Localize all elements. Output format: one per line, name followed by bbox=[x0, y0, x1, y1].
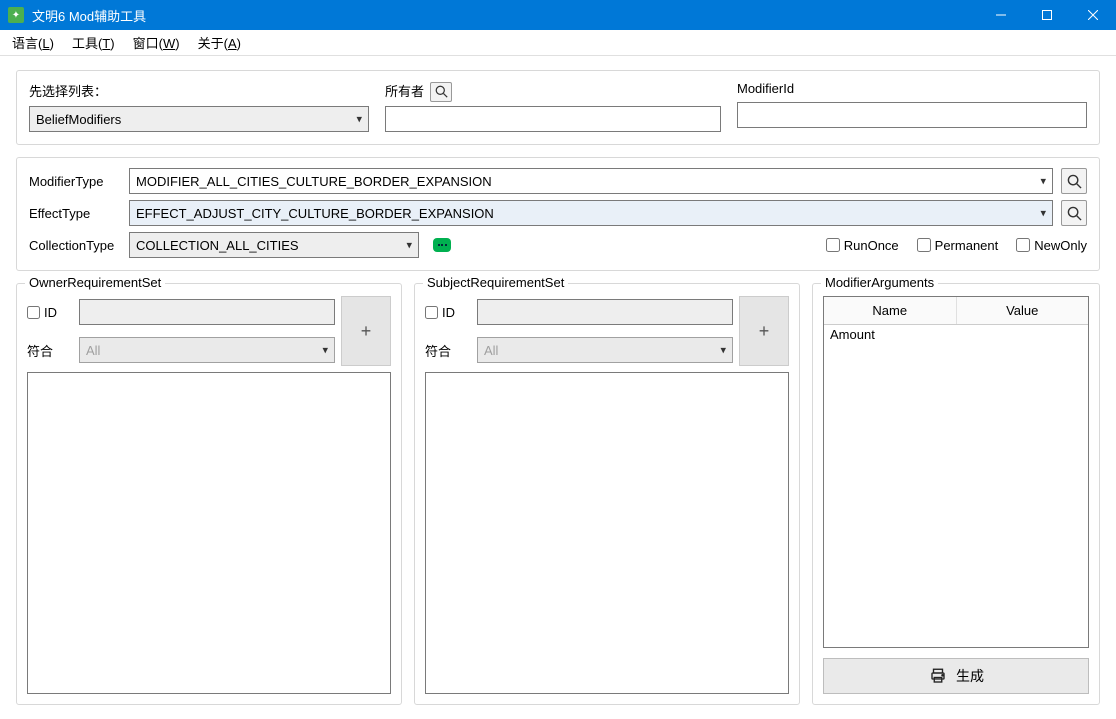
search-icon bbox=[435, 85, 448, 98]
owner-search-button[interactable] bbox=[430, 82, 452, 102]
owner-id-input[interactable] bbox=[79, 299, 335, 325]
owner-match-label: 符合 bbox=[27, 341, 73, 360]
window-title: 文明6 Mod辅助工具 bbox=[32, 6, 978, 25]
new-only-checkbox[interactable]: NewOnly bbox=[1016, 238, 1087, 253]
menubar: 语言(L) 工具(T) 窗口(W) 关于(A) bbox=[0, 30, 1116, 56]
titlebar: ✦ 文明6 Mod辅助工具 bbox=[0, 0, 1116, 30]
preselect-dropdown[interactable]: BeliefModifiers bbox=[29, 106, 369, 132]
modifier-type-dropdown[interactable]: MODIFIER_ALL_CITIES_CULTURE_BORDER_EXPAN… bbox=[129, 168, 1053, 194]
menu-window[interactable]: 窗口(W) bbox=[133, 33, 180, 52]
effect-type-label: EffectType bbox=[29, 206, 121, 221]
arg-name-cell: Amount bbox=[824, 325, 956, 349]
owner-requirement-list[interactable] bbox=[27, 372, 391, 694]
col-value-header: Value bbox=[957, 297, 1089, 324]
modifier-id-input[interactable] bbox=[737, 102, 1087, 128]
menu-about[interactable]: 关于(A) bbox=[198, 33, 241, 52]
print-icon bbox=[928, 667, 948, 685]
arg-value-cell[interactable] bbox=[956, 325, 1088, 349]
owner-requirement-panel: OwnerRequirementSet ID + 符合 All bbox=[16, 283, 402, 705]
effect-type-dropdown[interactable]: EFFECT_ADJUST_CITY_CULTURE_BORDER_EXPANS… bbox=[129, 200, 1053, 226]
preselect-label: 先选择列表： bbox=[29, 81, 369, 100]
menu-language[interactable]: 语言(L) bbox=[12, 33, 54, 52]
arguments-table[interactable]: Name Value Amount bbox=[823, 296, 1089, 648]
maximize-button[interactable] bbox=[1024, 0, 1070, 30]
owner-requirement-title: OwnerRequirementSet bbox=[25, 275, 165, 290]
subject-match-dropdown: All bbox=[477, 337, 733, 363]
chat-icon[interactable] bbox=[433, 238, 451, 252]
subject-add-button[interactable]: + bbox=[739, 296, 789, 366]
search-icon bbox=[1067, 206, 1082, 221]
collection-type-dropdown[interactable]: COLLECTION_ALL_CITIES bbox=[129, 232, 419, 258]
owner-match-dropdown: All bbox=[79, 337, 335, 363]
col-name-header: Name bbox=[824, 297, 957, 324]
run-once-checkbox[interactable]: RunOnce bbox=[826, 238, 899, 253]
modifier-type-search-button[interactable] bbox=[1061, 168, 1087, 194]
search-icon bbox=[1067, 174, 1082, 189]
subject-requirement-list[interactable] bbox=[425, 372, 789, 694]
modifier-type-label: ModifierType bbox=[29, 174, 121, 189]
subject-requirement-title: SubjectRequirementSet bbox=[423, 275, 568, 290]
effect-type-search-button[interactable] bbox=[1061, 200, 1087, 226]
subject-requirement-panel: SubjectRequirementSet ID + 符合 All bbox=[414, 283, 800, 705]
menu-tools[interactable]: 工具(T) bbox=[72, 33, 115, 52]
owner-id-checkbox[interactable]: ID bbox=[27, 305, 73, 320]
generate-button[interactable]: 生成 bbox=[823, 658, 1089, 694]
owner-label: 所有者 bbox=[385, 81, 424, 100]
collection-type-label: CollectionType bbox=[29, 238, 121, 253]
modifier-id-label: ModifierId bbox=[737, 81, 1087, 96]
owner-add-button[interactable]: + bbox=[341, 296, 391, 366]
window-controls bbox=[978, 0, 1116, 30]
owner-input[interactable] bbox=[385, 106, 721, 132]
subject-match-label: 符合 bbox=[425, 341, 471, 360]
modifier-type-group: ModifierType MODIFIER_ALL_CITIES_CULTURE… bbox=[16, 157, 1100, 271]
modifier-arguments-panel: ModifierArguments Name Value Amount bbox=[812, 283, 1100, 705]
table-row[interactable]: Amount bbox=[824, 325, 1088, 349]
permanent-checkbox[interactable]: Permanent bbox=[917, 238, 999, 253]
close-button[interactable] bbox=[1070, 0, 1116, 30]
subject-id-checkbox[interactable]: ID bbox=[425, 305, 471, 320]
modifier-arguments-title: ModifierArguments bbox=[821, 275, 938, 290]
top-selector-group: 先选择列表： BeliefModifiers 所有者 ModifierId bbox=[16, 70, 1100, 145]
app-icon: ✦ bbox=[8, 7, 24, 23]
table-header: Name Value bbox=[824, 297, 1088, 325]
subject-id-input[interactable] bbox=[477, 299, 733, 325]
minimize-button[interactable] bbox=[978, 0, 1024, 30]
